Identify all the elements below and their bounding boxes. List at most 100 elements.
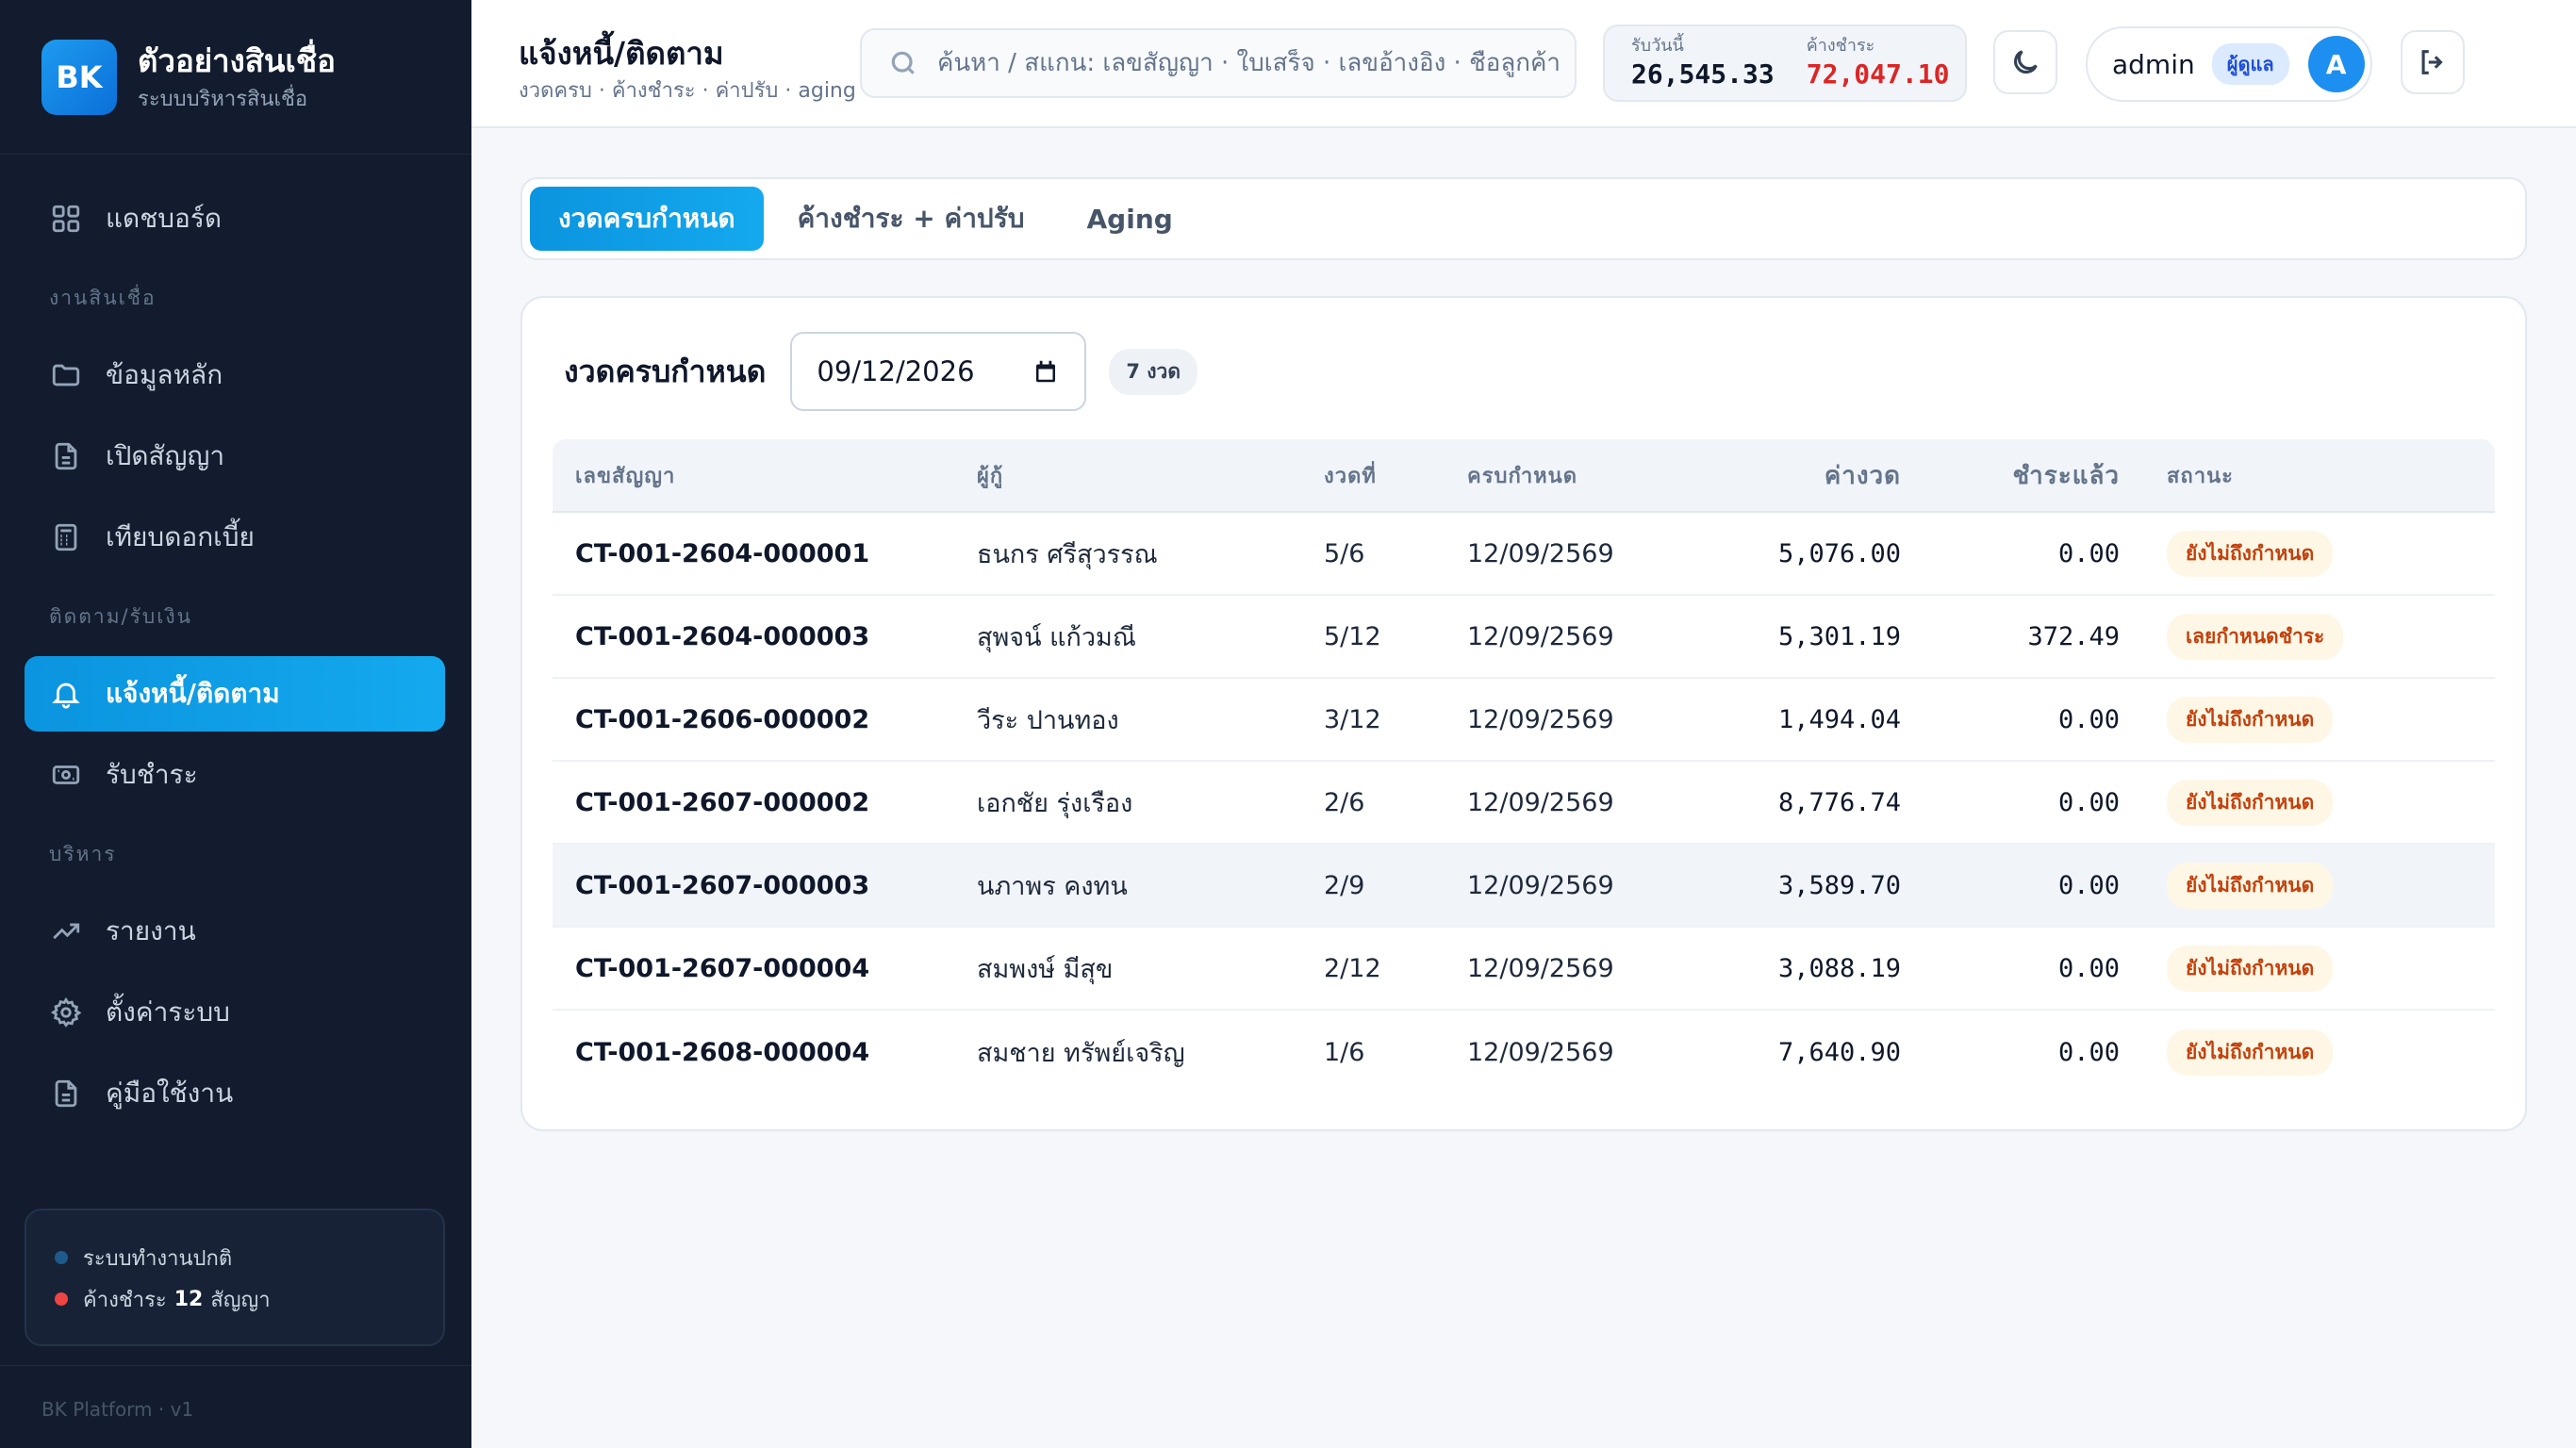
- brand-title: ตัวอย่างสินเชื่อ: [138, 41, 336, 79]
- search-box[interactable]: [860, 28, 1577, 98]
- contract-number[interactable]: CT-001-2608-000004: [553, 1038, 977, 1067]
- status-dot-icon: [55, 1251, 68, 1264]
- due-date-value: 09/12/2026: [817, 355, 975, 387]
- sidebar-item-compare-interest[interactable]: เทียบดอกเบี้ย: [25, 500, 445, 575]
- sidebar-item-settings[interactable]: ตั้งค่าระบบ: [25, 975, 445, 1050]
- contract-number[interactable]: CT-001-2607-000003: [553, 871, 977, 900]
- user-name: admin: [2112, 48, 2195, 80]
- cash-icon: [49, 758, 83, 792]
- status-badge: ยังไม่ถึงกำหนด: [2167, 696, 2334, 743]
- sidebar: BK ตัวอย่างสินเชื่อ ระบบบริหารสินเชื่อ แ…: [0, 0, 471, 1448]
- table-row[interactable]: CT-001-2604-000001 ธนกร ศรีสุวรรณ 5/6 12…: [553, 513, 2495, 596]
- brand-subtitle: ระบบบริหารสินเชื่อ: [138, 87, 308, 111]
- due-date: 12/09/2569: [1467, 621, 1614, 651]
- sidebar-item-master-data[interactable]: ข้อมูลหลัก: [25, 337, 445, 413]
- table-row[interactable]: CT-001-2607-000002 เอกชัย รุ่งเรือง 2/6 …: [553, 762, 2495, 845]
- installment-amount: 8,776.74: [1777, 787, 1901, 817]
- tab-due-installments[interactable]: งวดครบกำหนด: [530, 187, 764, 251]
- avatar: A: [2307, 36, 2365, 92]
- sidebar-footer: BK Platform · v1: [0, 1365, 471, 1421]
- col-installment-amount[interactable]: ค่างวด: [1693, 456, 1901, 495]
- card-header: งวดครบกำหนด 09/12/2026 7 งวด: [564, 332, 1197, 411]
- sidebar-item-receive[interactable]: รับชำระ: [25, 737, 445, 813]
- borrower-name: ธนกร ศรีสุวรรณ: [977, 539, 1158, 569]
- contract-number[interactable]: CT-001-2606-000002: [553, 705, 977, 734]
- status-badge: ยังไม่ถึงกำหนด: [2167, 779, 2334, 826]
- due-date: 12/09/2569: [1467, 538, 1614, 568]
- status-system-text: ระบบทำงานปกติ: [83, 1246, 233, 1271]
- installment-amount: 7,640.90: [1777, 1037, 1901, 1067]
- due-date-picker[interactable]: 09/12/2026: [790, 332, 1087, 411]
- installment-amount: 3,088.19: [1777, 953, 1901, 983]
- sidebar-item-label: ตั้งค่าระบบ: [106, 996, 230, 1028]
- gear-icon: [49, 996, 83, 1029]
- table-header: เลขสัญญา ผู้กู้ งวดที่ ครบกำหนด ค่างวด ช…: [553, 439, 2495, 513]
- due-date: 12/09/2569: [1467, 704, 1614, 734]
- contract-number[interactable]: CT-001-2604-000001: [553, 539, 977, 568]
- due-date: 12/09/2569: [1467, 1037, 1614, 1067]
- stat-today-value: 26,545.33: [1631, 58, 1775, 90]
- calculator-icon: [49, 520, 83, 554]
- stat-overdue: ค้างชำระ 72,047.10: [1807, 36, 1950, 100]
- page-title: แจ้งหนี้/ติดตาม: [519, 35, 724, 72]
- col-due-date[interactable]: ครบกำหนด: [1467, 459, 1693, 492]
- due-date: 12/09/2569: [1467, 787, 1614, 817]
- installment-no: 2/6: [1324, 787, 1365, 817]
- status-badge: ยังไม่ถึงกำหนด: [2167, 530, 2334, 577]
- table-row[interactable]: CT-001-2604-000003 สุพจน์ แก้วมณี 5/12 1…: [553, 596, 2495, 679]
- borrower-name: สมชาย ทรัพย์เจริญ: [977, 1038, 1185, 1068]
- nav-section-admin: บริหาร: [49, 842, 117, 865]
- col-contract[interactable]: เลขสัญญา: [553, 459, 977, 492]
- paid-amount: 0.00: [2057, 704, 2120, 734]
- stat-overdue-label: ค้างชำระ: [1806, 36, 1875, 56]
- col-borrower[interactable]: ผู้กู้: [977, 459, 1324, 492]
- table-row[interactable]: CT-001-2606-000002 วีระ ปานทอง 3/12 12/0…: [553, 679, 2495, 762]
- col-installment-no[interactable]: งวดที่: [1324, 459, 1467, 492]
- sidebar-item-open-contract[interactable]: เปิดสัญญา: [25, 419, 445, 494]
- calendar-icon[interactable]: [1032, 357, 1060, 386]
- brand: BK ตัวอย่างสินเชื่อ ระบบบริหารสินเชื่อ: [0, 0, 471, 155]
- sidebar-item-label: คู่มือใช้งาน: [106, 1078, 234, 1109]
- tab-overdue-penalty[interactable]: ค้างชำระ + ค่าปรับ: [769, 187, 1053, 251]
- sidebar-item-label: รับชำระ: [106, 759, 198, 790]
- sidebar-nav: แดชบอร์ด งานสินเชื่อ ข้อมูลหลัก เปิดสัญญ…: [0, 155, 471, 1131]
- sidebar-item-label: แจ้งหนี้/ติดตาม: [106, 678, 280, 709]
- system-status-box: ระบบทำงานปกติ ค้างชำระ 12 สัญญา: [25, 1209, 445, 1346]
- col-status[interactable]: สถานะ: [2120, 459, 2234, 492]
- sidebar-item-notify[interactable]: แจ้งหนี้/ติดตาม: [25, 656, 445, 732]
- sidebar-item-manual[interactable]: คู่มือใช้งาน: [25, 1056, 445, 1131]
- installment-amount: 5,076.00: [1777, 538, 1901, 568]
- search-input[interactable]: [937, 49, 1560, 77]
- logout-button[interactable]: [2401, 30, 2465, 94]
- paid-amount: 0.00: [2057, 953, 2120, 983]
- status-overdue-count: 12: [173, 1287, 204, 1311]
- sidebar-item-label: รายงาน: [106, 915, 196, 946]
- borrower-name: สุพจน์ แก้วมณี: [977, 622, 1136, 652]
- sidebar-item-dashboard[interactable]: แดชบอร์ด: [25, 181, 445, 256]
- tab-aging[interactable]: Aging: [1059, 187, 1201, 251]
- table-row[interactable]: CT-001-2608-000004 สมชาย ทรัพย์เจริญ 1/6…: [553, 1011, 2495, 1094]
- status-overdue-prefix: ค้างชำระ: [83, 1288, 167, 1312]
- sidebar-item-reports[interactable]: รายงาน: [25, 894, 445, 969]
- folder-icon: [49, 358, 83, 392]
- installment-no: 2/12: [1324, 953, 1381, 983]
- due-date: 12/09/2569: [1467, 953, 1614, 983]
- table-row[interactable]: CT-001-2607-000003 นภาพร คงทน 2/9 12/09/…: [553, 845, 2495, 928]
- sidebar-item-label: ข้อมูลหลัก: [106, 359, 223, 390]
- role-badge: ผู้ดูแล: [2211, 43, 2289, 85]
- theme-toggle-button[interactable]: [1993, 30, 2057, 94]
- col-paid[interactable]: ชำระแล้ว: [1901, 456, 2120, 495]
- installment-no: 5/6: [1324, 538, 1365, 568]
- paid-amount: 0.00: [2057, 870, 2120, 900]
- contract-number[interactable]: CT-001-2604-000003: [553, 622, 977, 651]
- alert-dot-icon: [55, 1292, 68, 1306]
- status-badge: เลยกำหนดชำระ: [2167, 613, 2344, 660]
- installment-no: 1/6: [1324, 1037, 1365, 1067]
- borrower-name: สมพงษ์ มีสุข: [977, 954, 1114, 984]
- trend-icon: [49, 914, 83, 948]
- table-row[interactable]: CT-001-2607-000004 สมพงษ์ มีสุข 2/12 12/…: [553, 928, 2495, 1011]
- contract-number[interactable]: CT-001-2607-000004: [553, 954, 977, 983]
- installment-count-badge: 7 งวด: [1109, 348, 1197, 395]
- contract-number[interactable]: CT-001-2607-000002: [553, 788, 977, 817]
- user-menu[interactable]: admin ผู้ดูแล A: [2086, 26, 2372, 102]
